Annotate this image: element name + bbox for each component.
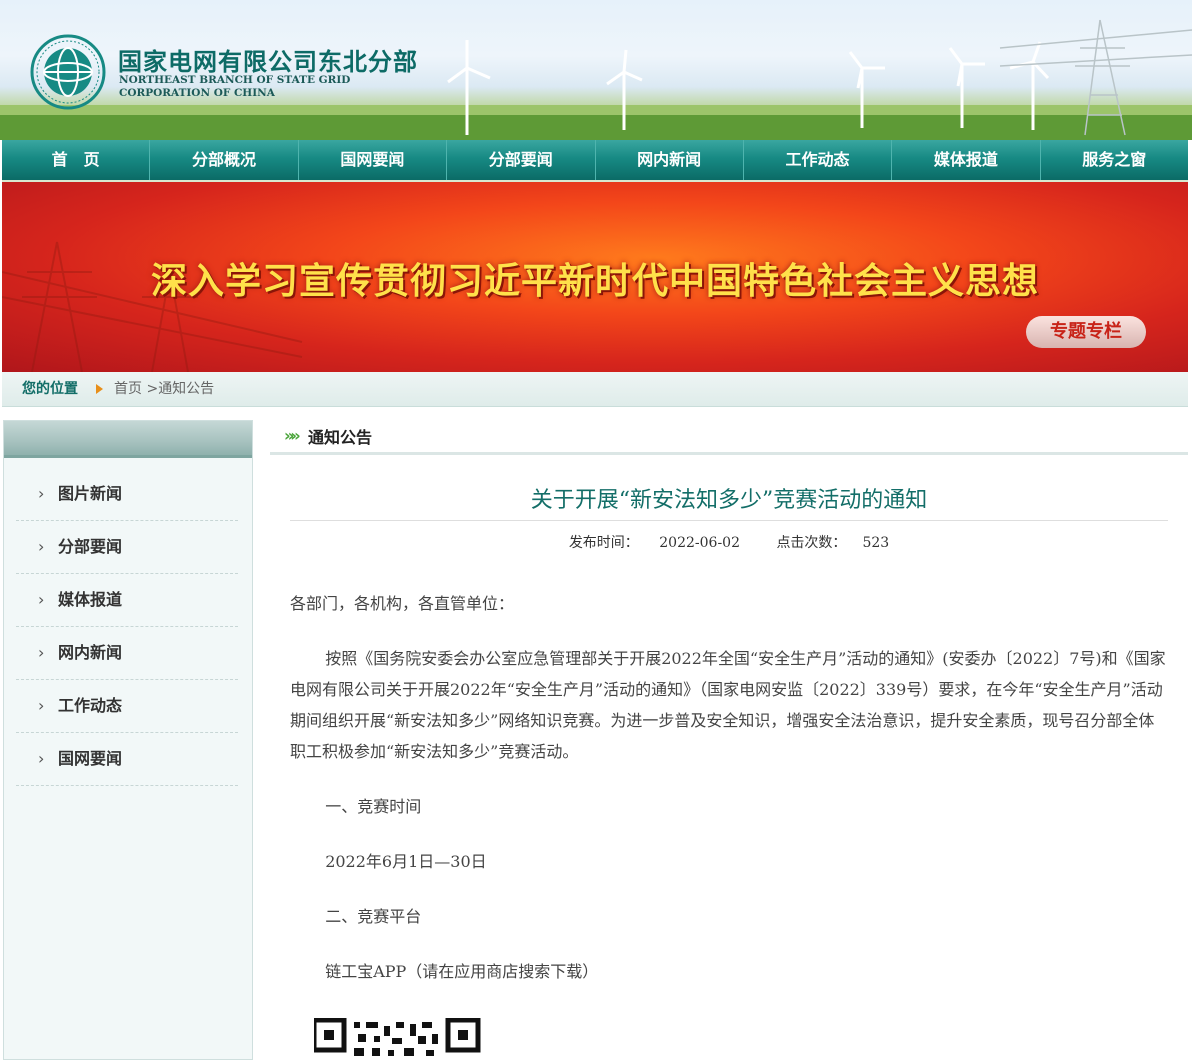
sidebar-item-label: 国网要闻 <box>58 749 123 768</box>
nav-item-4[interactable]: 网内新闻 <box>596 140 744 180</box>
competition-time: 2022年6月1日—30日 <box>325 852 487 871</box>
site-english-name: NORTHEAST BRANCH OF STATE GRID CORPORATI… <box>119 74 351 99</box>
nav-item-1[interactable]: 分部概况 <box>150 140 299 180</box>
site-name: 国家电网有限公司东北分部 <box>118 48 418 76</box>
main-content: »» 通知公告 关于开展“新安法知多少”竞赛活动的通知 发布时间： 2022-0… <box>270 418 1188 1056</box>
triangle-right-icon <box>96 384 103 394</box>
section-title: 通知公告 <box>308 428 373 447</box>
nav-item-3[interactable]: 分部要闻 <box>447 140 596 180</box>
sidebar-item-4[interactable]: › 工作动态 <box>16 680 238 733</box>
sidebar-item-5[interactable]: › 国网要闻 <box>16 733 238 786</box>
breadcrumb-home-link[interactable]: 首页 <box>114 381 142 397</box>
sidebar-list: › 图片新闻 › 分部要闻 › 媒体报道 › 网内新闻 › 工作动态 › 国网要闻 <box>4 468 252 786</box>
breadcrumb: 您的位置 首页 >通知公告 <box>2 372 1188 407</box>
banner: 深入学习宣传贯彻习近平新时代中国特色社会主义思想 专题专栏 <box>2 182 1188 372</box>
special-column-button[interactable]: 专题专栏 <box>1026 316 1146 348</box>
chevron-right-icon: › <box>38 696 45 715</box>
salutation: 各部门，各机构，各直管单位： <box>290 594 515 613</box>
article-body: 各部门，各机构，各直管单位： 按照《国务院安委会办公室应急管理部关于开展2022… <box>290 588 1170 987</box>
double-chevron-icon: »» <box>284 426 301 445</box>
nav-item-6[interactable]: 媒体报道 <box>892 140 1041 180</box>
sidebar-item-0[interactable]: › 图片新闻 <box>16 468 238 521</box>
chevron-right-icon: › <box>38 749 45 768</box>
chevron-right-icon: › <box>38 484 45 503</box>
sidebar-header <box>4 421 252 458</box>
sidebar-item-label: 网内新闻 <box>58 643 123 662</box>
sidebar-item-2[interactable]: › 媒体报道 <box>16 574 238 627</box>
article-meta: 发布时间： 2022-06-02 点击次数： 523 <box>270 532 1188 552</box>
publish-time: 发布时间： 2022-06-02 <box>568 535 740 551</box>
article-title: 关于开展“新安法知多少”竞赛活动的通知 <box>290 482 1168 521</box>
site-header: 国家电网有限公司东北分部 NORTHEAST BRANCH OF STATE G… <box>0 0 1192 140</box>
sidebar-item-1[interactable]: › 分部要闻 <box>16 521 238 574</box>
nav-item-2[interactable]: 国网要闻 <box>299 140 448 180</box>
sidebar: › 图片新闻 › 分部要闻 › 媒体报道 › 网内新闻 › 工作动态 › 国网要闻 <box>3 420 253 1060</box>
nav-item-7[interactable]: 服务之窗 <box>1041 140 1188 180</box>
chevron-right-icon: › <box>38 537 45 556</box>
breadcrumb-label: 您的位置 <box>22 381 78 397</box>
paragraph: 按照《国务院安委会办公室应急管理部关于开展2022年全国“安全生产月”活动的通知… <box>290 649 1166 761</box>
nav-item-0[interactable]: 首 页 <box>2 140 151 180</box>
qr-code-image <box>314 1018 481 1056</box>
section-header: »» 通知公告 <box>270 418 1188 455</box>
nav-item-5[interactable]: 工作动态 <box>744 140 893 180</box>
chevron-right-icon: › <box>38 590 45 609</box>
sidebar-item-label: 工作动态 <box>58 696 123 715</box>
sidebar-item-3[interactable]: › 网内新闻 <box>16 627 238 680</box>
sidebar-item-label: 图片新闻 <box>58 484 123 503</box>
banner-slogan: 深入学习宣传贯彻习近平新时代中国特色社会主义思想 <box>150 261 1039 302</box>
hit-count: 点击次数： 523 <box>776 535 890 551</box>
breadcrumb-path: 首页 >通知公告 <box>114 372 214 406</box>
heading-1: 一、竞赛时间 <box>325 797 422 816</box>
breadcrumb-separator: > <box>146 381 159 397</box>
sidebar-item-label: 媒体报道 <box>58 590 123 609</box>
state-grid-logo-icon <box>30 34 106 110</box>
sidebar-item-label: 分部要闻 <box>58 537 123 556</box>
chevron-right-icon: › <box>38 643 45 662</box>
competition-platform: 链工宝APP（请在应用商店搜索下载） <box>325 962 599 981</box>
breadcrumb-current: 通知公告 <box>158 381 215 397</box>
main-nav: 首 页分部概况 国网要闻 分部要闻 网内新闻 工作动态 媒体报道 服务之窗 <box>2 140 1188 183</box>
heading-2: 二、竞赛平台 <box>325 907 422 926</box>
